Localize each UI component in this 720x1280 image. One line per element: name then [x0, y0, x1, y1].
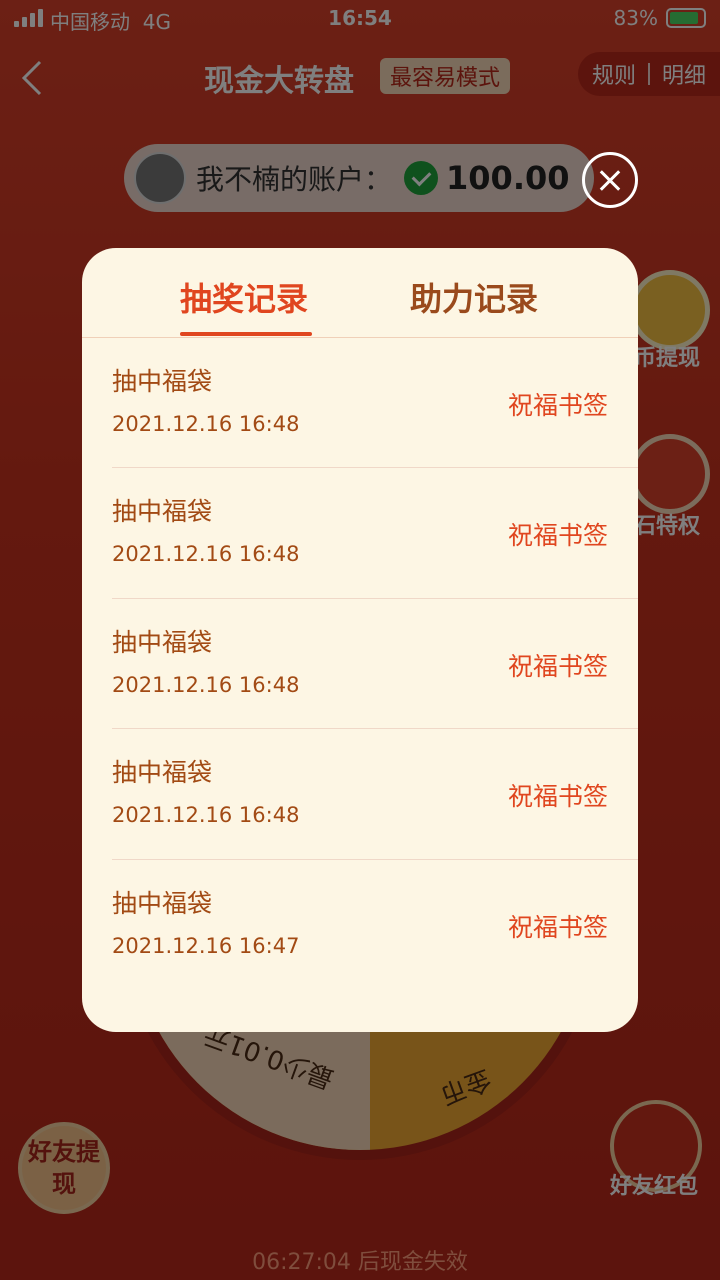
record-time: 2021.12.16 16:48 [112, 412, 300, 436]
record-prize[interactable]: 祝福书签 [508, 908, 608, 944]
records-modal: 抽奖记录 助力记录 抽中福袋 2021.12.16 16:48 祝福书签 抽中福… [82, 248, 638, 1032]
record-row: 抽中福袋 2021.12.16 16:48 祝福书签 [112, 338, 638, 469]
record-time: 2021.12.16 16:47 [112, 933, 300, 958]
record-title: 抽中福袋 [112, 367, 213, 396]
record-row: 抽中福袋 2021.12.16 16:48 祝福书签 [112, 599, 638, 730]
record-row: 抽中福袋 2021.12.16 16:47 祝福书签 [112, 860, 638, 990]
record-list: 抽中福袋 2021.12.16 16:48 祝福书签 抽中福袋 2021.12.… [112, 338, 638, 990]
record-title: 抽中福袋 [112, 497, 213, 527]
record-time: 2021.12.16 16:48 [112, 803, 300, 828]
record-prize[interactable]: 祝福书签 [508, 516, 608, 552]
record-time: 2021.12.16 16:48 [112, 672, 300, 697]
tab-bar: 抽奖记录 助力记录 [82, 248, 638, 338]
tab-help-records[interactable]: 助力记录 [410, 274, 538, 320]
tab-draw-records[interactable]: 抽奖记录 [180, 274, 308, 320]
record-title: 抽中福袋 [112, 758, 213, 788]
record-prize[interactable]: 祝福书签 [508, 386, 608, 422]
record-title: 抽中福袋 [112, 888, 213, 918]
record-prize[interactable]: 祝福书签 [508, 777, 608, 813]
record-row: 抽中福袋 2021.12.16 16:48 祝福书签 [112, 468, 638, 599]
record-prize[interactable]: 祝福书签 [508, 647, 608, 683]
record-time: 2021.12.16 16:48 [112, 542, 300, 567]
record-row: 抽中福袋 2021.12.16 16:48 祝福书签 [112, 729, 638, 860]
close-icon[interactable] [582, 152, 638, 208]
active-tab-indicator [180, 332, 312, 336]
record-title: 抽中福袋 [112, 627, 213, 657]
